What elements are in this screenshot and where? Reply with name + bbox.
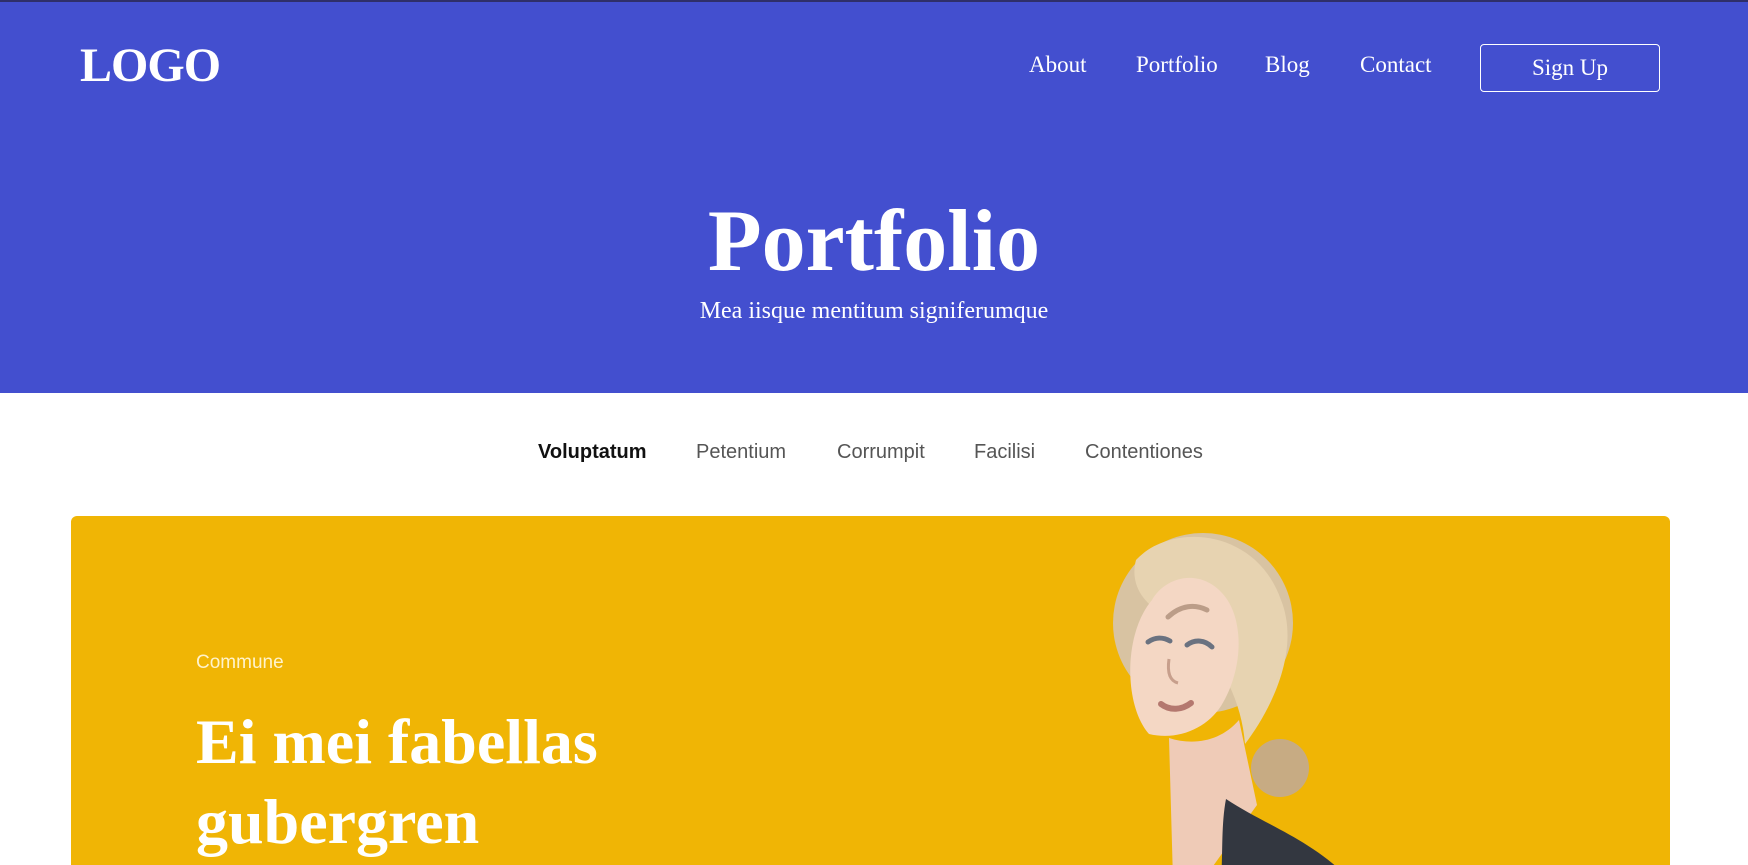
tab-contentiones[interactable]: Contentiones: [1085, 441, 1203, 464]
page-subtitle: Mea iisque mentitum signiferumque: [699, 298, 1049, 324]
sign-up-button[interactable]: Sign Up: [1480, 44, 1660, 92]
nav-blog-link[interactable]: Blog: [1265, 52, 1310, 78]
tab-voluptatum[interactable]: Voluptatum: [538, 441, 647, 464]
page-title: Portfolio: [707, 193, 1041, 290]
tab-facilisi[interactable]: Facilisi: [974, 441, 1035, 464]
category-tabs: Voluptatum Petentium Corrumpit Facilisi …: [0, 441, 1748, 471]
nav-portfolio-link[interactable]: Portfolio: [1136, 52, 1218, 78]
tab-petentium[interactable]: Petentium: [696, 441, 786, 464]
card-title: Ei mei fabellas gubergren: [196, 706, 598, 857]
tab-corrumpit[interactable]: Corrumpit: [837, 441, 925, 464]
hero-section: LOGO About Portfolio Blog Contact Sign U…: [0, 0, 1748, 393]
featured-card[interactable]: Commune Ei mei fabellas gubergren: [71, 516, 1670, 865]
portrait-image: [1091, 530, 1371, 865]
card-eyebrow: Commune: [196, 652, 284, 673]
nav-contact-link[interactable]: Contact: [1360, 52, 1432, 78]
nav-about-link[interactable]: About: [1029, 52, 1087, 78]
